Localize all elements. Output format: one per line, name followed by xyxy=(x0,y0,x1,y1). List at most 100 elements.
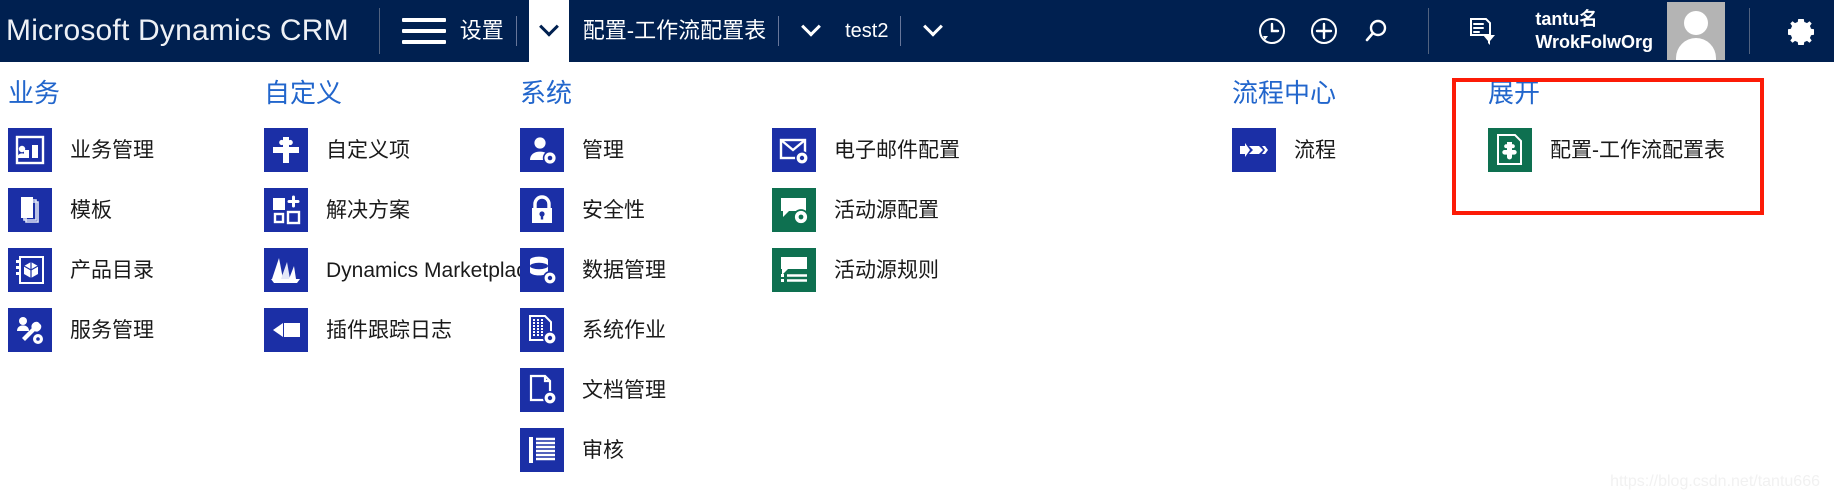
hamburger-icon[interactable] xyxy=(401,14,446,48)
sitemap-column-expand: 展开 配置-工作流配置表 xyxy=(1488,80,1725,184)
sitemap-column-process-center: 流程中心 流程 xyxy=(1232,80,1336,184)
column-title: 自定义 xyxy=(264,78,343,108)
sitemap-item-label: 配置-工作流配置表 xyxy=(1550,138,1725,162)
sitemap-item-marketplace[interactable]: Dynamics Marketplace xyxy=(264,244,538,296)
column-title: 流程中心 xyxy=(1232,78,1337,108)
activity-feeds-rules-icon xyxy=(772,248,816,292)
chevron-down-icon-settings[interactable] xyxy=(528,0,569,62)
user-account-block[interactable]: tantu名 WrokFolwOrg xyxy=(1535,2,1725,60)
sitemap-item-label: 插件跟踪日志 xyxy=(326,318,452,342)
sitemap-item-customizations[interactable]: 自定义项 xyxy=(264,124,538,176)
app-brand-title: Microsoft Dynamics CRM xyxy=(6,14,349,47)
column-title: 业务 xyxy=(8,78,61,108)
sitemap-panel: 业务 业务管理 模板 产品目录 服务管理 自定义 自定义项 解决方案 Dynam… xyxy=(0,62,1834,501)
sitemap-item-label: 产品目录 xyxy=(70,258,154,282)
column-items: 管理 安全性 数据管理 系统作业 文档管理 审核 xyxy=(520,124,666,476)
sitemap-column-business: 业务 业务管理 模板 产品目录 服务管理 xyxy=(8,80,154,364)
column-items: 业务管理 模板 产品目录 服务管理 xyxy=(8,124,154,356)
sitemap-item-processes[interactable]: 流程 xyxy=(1232,124,1336,176)
column-title: 展开 xyxy=(1488,78,1541,108)
gear-icon[interactable] xyxy=(1768,0,1834,62)
solutions-icon xyxy=(264,188,308,232)
sitemap-item-label: Dynamics Marketplace xyxy=(326,258,539,282)
recent-items-icon[interactable] xyxy=(1246,0,1298,62)
sitemap-item-workflow-config-table[interactable]: 配置-工作流配置表 xyxy=(1488,124,1725,176)
column-items: 自定义项 解决方案 Dynamics Marketplace 插件跟踪日志 xyxy=(264,124,538,356)
sitemap-item-label: 文档管理 xyxy=(582,378,666,402)
top-navigation-bar: Microsoft Dynamics CRM 设置 配置-工作流配置表 test… xyxy=(0,0,1834,62)
sitemap-item-label: 流程 xyxy=(1294,138,1336,162)
sitemap-item-data-management[interactable]: 数据管理 xyxy=(520,244,666,296)
sitemap-column-email-activity: 电子邮件配置 活动源配置 活动源规则 xyxy=(772,124,960,304)
sitemap-item-business-management[interactable]: 业务管理 xyxy=(8,124,154,176)
nav-divider xyxy=(1749,8,1750,54)
system-jobs-icon xyxy=(520,308,564,352)
column-title: 系统 xyxy=(520,78,573,108)
sitemap-item-activity-feeds-rules[interactable]: 活动源规则 xyxy=(772,244,960,296)
watermark: https://blog.csdn.net/tantu666 xyxy=(1610,473,1820,490)
activity-feeds-configuration-icon xyxy=(772,188,816,232)
sitemap-item-templates[interactable]: 模板 xyxy=(8,184,154,236)
nav-divider xyxy=(1428,8,1430,54)
chevron-down-icon-entity[interactable] xyxy=(791,0,831,62)
nav-divider xyxy=(515,16,517,46)
sitemap-item-service-management[interactable]: 服务管理 xyxy=(8,304,154,356)
templates-icon xyxy=(8,188,52,232)
sitemap-item-label: 安全性 xyxy=(582,198,645,222)
product-catalog-icon xyxy=(8,248,52,292)
email-configuration-icon xyxy=(772,128,816,172)
user-name: tantu名 xyxy=(1535,8,1598,29)
chevron-down-icon-view[interactable] xyxy=(913,0,953,62)
avatar[interactable] xyxy=(1667,2,1725,60)
sitemap-item-administration[interactable]: 管理 xyxy=(520,124,666,176)
column-items: 流程 xyxy=(1232,124,1336,176)
sitemap-item-label: 业务管理 xyxy=(70,138,154,162)
avatar-head xyxy=(1684,11,1708,35)
sitemap-item-label: 电子邮件配置 xyxy=(834,138,960,162)
sitemap-item-solutions[interactable]: 解决方案 xyxy=(264,184,538,236)
sitemap-item-label: 管理 xyxy=(582,138,624,162)
administration-icon xyxy=(520,128,564,172)
marketplace-icon xyxy=(264,248,308,292)
sitemap-item-label: 活动源规则 xyxy=(834,258,939,282)
security-lock-icon xyxy=(520,188,564,232)
service-management-icon xyxy=(8,308,52,352)
advanced-find-icon[interactable] xyxy=(1455,0,1507,62)
sitemap-item-label: 数据管理 xyxy=(582,258,666,282)
sitemap-item-email-configuration[interactable]: 电子邮件配置 xyxy=(772,124,960,176)
sitemap-item-label: 自定义项 xyxy=(326,138,410,162)
sitemap-column-system: 系统 管理 安全性 数据管理 系统作业 文档管理 审核 xyxy=(520,80,666,484)
column-items: 电子邮件配置 活动源配置 活动源规则 xyxy=(772,124,960,296)
sitemap-item-label: 解决方案 xyxy=(326,198,410,222)
sitemap-item-label: 审核 xyxy=(582,438,624,462)
auditing-icon xyxy=(520,428,564,472)
user-info: tantu名 WrokFolwOrg xyxy=(1535,8,1653,54)
sitemap-item-document-management[interactable]: 文档管理 xyxy=(520,364,666,416)
breadcrumb-view[interactable]: test2 xyxy=(845,0,888,62)
sitemap-item-activity-feeds-configuration[interactable]: 活动源配置 xyxy=(772,184,960,236)
user-org: WrokFolwOrg xyxy=(1535,32,1653,52)
breadcrumb-entity[interactable]: 配置-工作流配置表 xyxy=(583,0,766,62)
sitemap-item-product-catalog[interactable]: 产品目录 xyxy=(8,244,154,296)
workflow-config-table-icon xyxy=(1488,128,1532,172)
nav-divider xyxy=(900,16,902,46)
search-icon[interactable] xyxy=(1350,0,1402,62)
sitemap-item-label: 服务管理 xyxy=(70,318,154,342)
customizations-puzzle-icon xyxy=(264,128,308,172)
processes-icon xyxy=(1232,128,1276,172)
sitemap-item-label: 模板 xyxy=(70,198,112,222)
column-items: 配置-工作流配置表 xyxy=(1488,124,1725,176)
business-management-icon xyxy=(8,128,52,172)
sitemap-item-system-jobs[interactable]: 系统作业 xyxy=(520,304,666,356)
sitemap-item-label: 系统作业 xyxy=(582,318,666,342)
quick-create-icon[interactable] xyxy=(1298,0,1350,62)
sitemap-item-auditing[interactable]: 审核 xyxy=(520,424,666,476)
data-management-icon xyxy=(520,248,564,292)
sitemap-column-customization: 自定义 自定义项 解决方案 Dynamics Marketplace 插件跟踪日… xyxy=(264,80,538,364)
sitemap-item-security[interactable]: 安全性 xyxy=(520,184,666,236)
plugin-trace-log-icon xyxy=(264,308,308,352)
avatar-body xyxy=(1676,38,1716,60)
sitemap-item-plugin-trace-log[interactable]: 插件跟踪日志 xyxy=(264,304,538,356)
nav-divider xyxy=(778,16,780,46)
breadcrumb-settings[interactable]: 设置 xyxy=(460,0,504,62)
